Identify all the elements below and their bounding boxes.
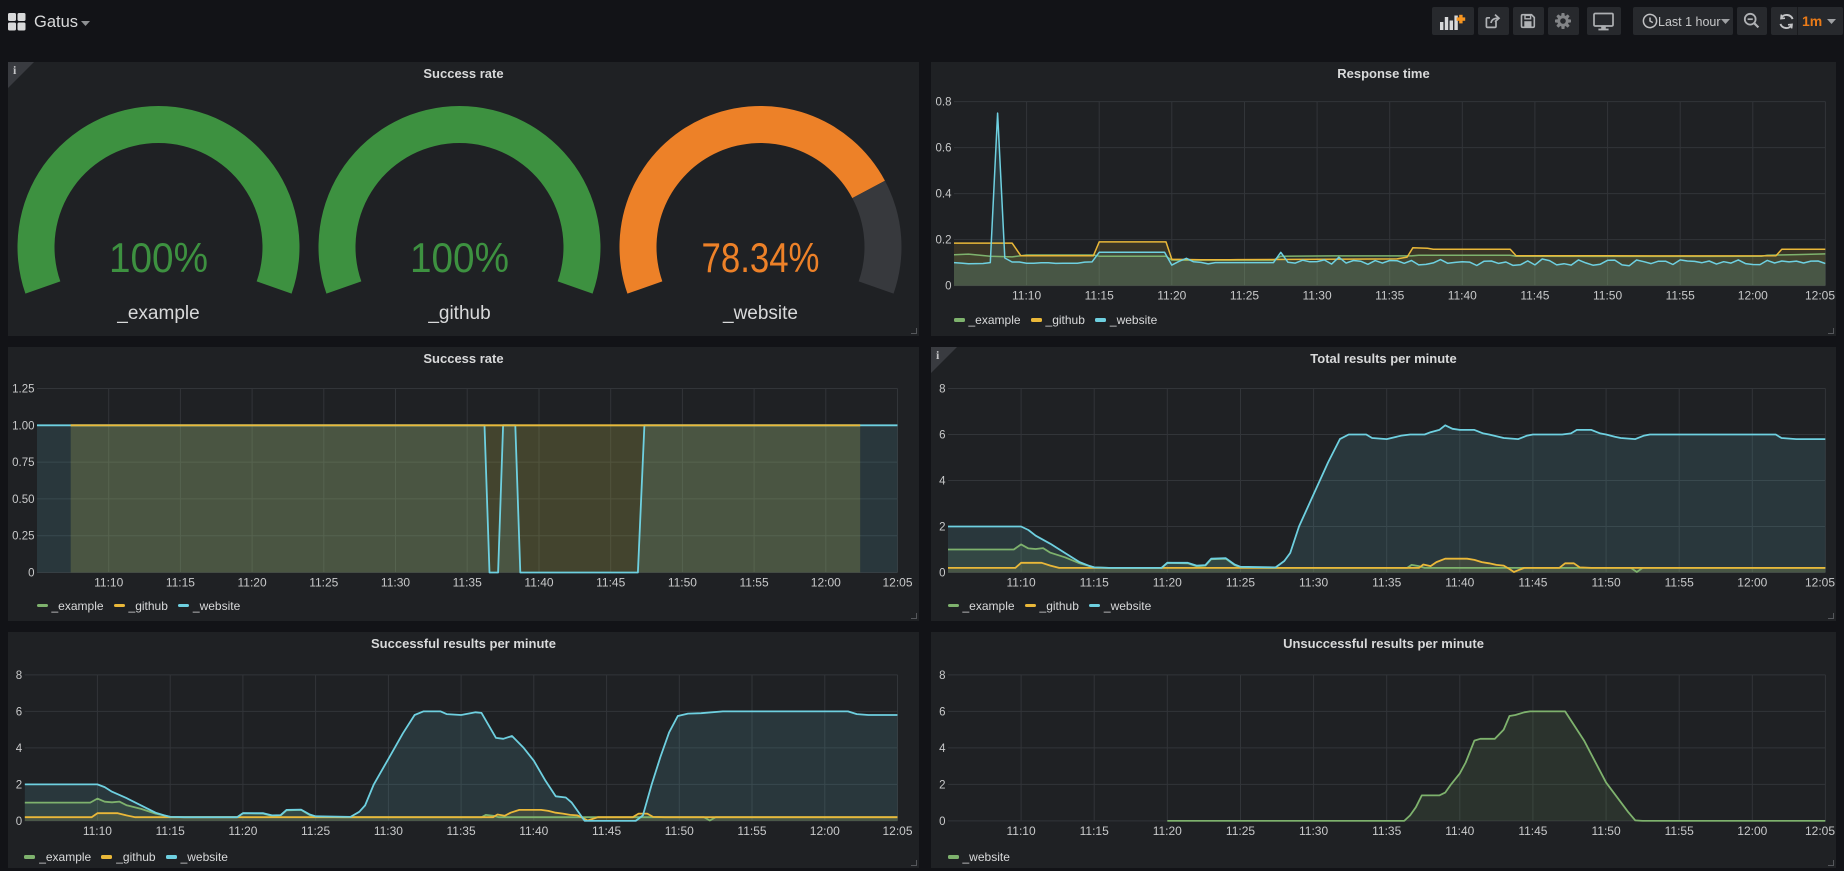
svg-text:11:25: 11:25 — [1226, 824, 1255, 838]
svg-text:11:10: 11:10 — [1012, 289, 1041, 303]
svg-text:12:00: 12:00 — [810, 824, 840, 838]
svg-text:0.8: 0.8 — [936, 97, 952, 109]
svg-text:11:45: 11:45 — [1520, 289, 1549, 303]
svg-text:11:50: 11:50 — [1592, 576, 1621, 590]
svg-text:11:50: 11:50 — [1592, 824, 1621, 838]
svg-text:0: 0 — [939, 816, 945, 828]
svg-text:11:30: 11:30 — [1299, 824, 1328, 838]
svg-text:100%: 100% — [410, 234, 509, 281]
svg-text:11:20: 11:20 — [1153, 576, 1182, 590]
svg-text:11:20: 11:20 — [238, 576, 267, 590]
svg-text:11:55: 11:55 — [1666, 289, 1695, 303]
svg-text:11:45: 11:45 — [592, 824, 621, 838]
svg-text:0.50: 0.50 — [12, 494, 34, 506]
svg-text:11:35: 11:35 — [447, 824, 476, 838]
svg-text:4: 4 — [939, 476, 946, 488]
svg-text:11:30: 11:30 — [1299, 576, 1328, 590]
svg-text:0: 0 — [945, 281, 951, 293]
svg-text:8: 8 — [939, 670, 945, 682]
svg-text:11:50: 11:50 — [665, 824, 694, 838]
svg-text:0: 0 — [16, 816, 22, 828]
svg-text:2: 2 — [939, 522, 945, 534]
svg-text:11:35: 11:35 — [453, 576, 482, 590]
svg-text:11:45: 11:45 — [1518, 824, 1547, 838]
svg-text:11:50: 11:50 — [1593, 289, 1622, 303]
svg-text:12:00: 12:00 — [811, 576, 841, 590]
svg-text:1.00: 1.00 — [12, 420, 34, 432]
svg-text:8: 8 — [939, 384, 945, 396]
svg-text:100%: 100% — [109, 234, 208, 281]
svg-text:12:00: 12:00 — [1738, 289, 1768, 303]
svg-text:12:00: 12:00 — [1737, 576, 1767, 590]
svg-text:11:20: 11:20 — [228, 824, 257, 838]
svg-text:11:15: 11:15 — [1085, 289, 1114, 303]
svg-text:6: 6 — [939, 706, 945, 718]
svg-text:11:55: 11:55 — [740, 576, 769, 590]
svg-text:11:30: 11:30 — [374, 824, 403, 838]
svg-text:11:30: 11:30 — [381, 576, 410, 590]
svg-text:11:40: 11:40 — [1445, 824, 1474, 838]
svg-text:0: 0 — [939, 568, 945, 580]
svg-text:12:05: 12:05 — [1805, 824, 1835, 838]
svg-text:11:55: 11:55 — [737, 824, 766, 838]
svg-text:0.2: 0.2 — [936, 235, 952, 247]
svg-text:11:25: 11:25 — [301, 824, 330, 838]
svg-text:11:20: 11:20 — [1153, 824, 1182, 838]
svg-text:11:40: 11:40 — [519, 824, 548, 838]
svg-text:11:25: 11:25 — [309, 576, 338, 590]
svg-text:11:10: 11:10 — [1007, 824, 1036, 838]
svg-text:_github: _github — [427, 303, 490, 324]
svg-text:0.25: 0.25 — [12, 531, 34, 543]
svg-text:0.75: 0.75 — [12, 457, 34, 469]
svg-text:_website: _website — [722, 303, 798, 324]
svg-text:11:35: 11:35 — [1372, 824, 1401, 838]
svg-text:11:15: 11:15 — [1080, 824, 1109, 838]
svg-text:12:05: 12:05 — [1805, 289, 1835, 303]
svg-text:11:15: 11:15 — [156, 824, 185, 838]
svg-text:11:40: 11:40 — [1448, 289, 1477, 303]
svg-text:1.25: 1.25 — [12, 384, 34, 396]
svg-text:6: 6 — [939, 430, 945, 442]
svg-text:8: 8 — [16, 670, 22, 682]
svg-text:11:45: 11:45 — [596, 576, 625, 590]
svg-text:12:05: 12:05 — [882, 824, 912, 838]
svg-text:4: 4 — [939, 743, 946, 755]
svg-text:0: 0 — [28, 568, 34, 580]
svg-text:11:55: 11:55 — [1665, 824, 1694, 838]
svg-text:12:05: 12:05 — [882, 576, 912, 590]
svg-text:0.6: 0.6 — [936, 143, 952, 155]
svg-text:11:15: 11:15 — [1080, 576, 1109, 590]
svg-text:11:25: 11:25 — [1226, 576, 1255, 590]
svg-text:78.34%: 78.34% — [702, 234, 820, 281]
svg-text:6: 6 — [16, 706, 22, 718]
svg-text:12:00: 12:00 — [1737, 824, 1767, 838]
svg-text:0.4: 0.4 — [936, 189, 953, 201]
svg-text:11:40: 11:40 — [524, 576, 553, 590]
svg-text:11:30: 11:30 — [1303, 289, 1332, 303]
svg-text:11:35: 11:35 — [1372, 576, 1401, 590]
svg-text:11:55: 11:55 — [1665, 576, 1694, 590]
svg-text:11:40: 11:40 — [1445, 576, 1474, 590]
svg-text:11:10: 11:10 — [83, 824, 112, 838]
svg-text:11:15: 11:15 — [166, 576, 195, 590]
svg-text:11:45: 11:45 — [1518, 576, 1547, 590]
svg-text:11:50: 11:50 — [668, 576, 697, 590]
svg-text:11:25: 11:25 — [1230, 289, 1259, 303]
svg-text:_example: _example — [116, 303, 199, 324]
svg-text:12:05: 12:05 — [1805, 576, 1835, 590]
svg-text:11:10: 11:10 — [1007, 576, 1036, 590]
svg-text:2: 2 — [939, 779, 945, 791]
svg-text:11:10: 11:10 — [94, 576, 123, 590]
svg-text:2: 2 — [16, 779, 22, 791]
svg-text:11:35: 11:35 — [1375, 289, 1404, 303]
svg-text:11:20: 11:20 — [1157, 289, 1186, 303]
svg-text:4: 4 — [16, 743, 23, 755]
